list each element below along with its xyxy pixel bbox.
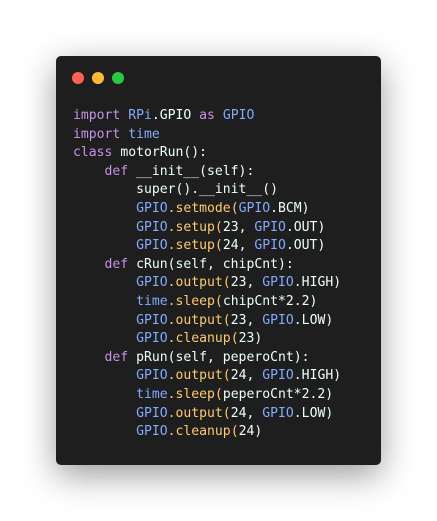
code-line: def cRun(self, chipCnt): [73,256,341,275]
code-line: GPIO.cleanup(24) [73,423,341,442]
code-token: 24, [230,405,263,421]
code-token: GPIO [262,275,294,291]
code-line: super().__init__() [73,181,341,200]
code-token: .setmode( [167,200,239,216]
code-token: motorRun(): [120,145,208,161]
code-token: import [73,126,129,142]
code-token: time [136,293,168,309]
code-line: GPIO.cleanup(23) [73,330,341,349]
code-token: 23) [238,331,263,347]
code-token: GPIO [222,108,255,123]
code-token: .output( [167,368,231,384]
code-token: __init__(self): [136,163,255,179]
code-line: GPIO.output(24, GPIO.HIGH) [73,367,341,386]
code-token: GPIO [136,219,168,235]
code-token: 24) [238,424,263,440]
code-token: .LOW) [293,405,334,421]
code-line: GPIO.setmode(GPIO.BCM) [73,200,341,219]
code-token: GPIO [136,405,168,421]
code-line: GPIO.output(24, GPIO.LOW) [73,405,341,424]
code-token: as [191,108,223,123]
code-token: GPIO [262,312,294,328]
code-token: GPIO [136,200,168,216]
code-token: .sleep( [167,386,223,402]
code-token: .HIGH) [293,275,342,291]
code-token: .HIGH) [293,368,342,384]
code-line: GPIO.output(23, GPIO.LOW) [73,312,341,331]
code-token: 24, [222,238,255,254]
code-token: 23, [230,275,263,291]
code-token: .output( [167,275,231,291]
code-line: GPIO.output(23, GPIO.HIGH) [73,274,341,293]
code-token: .output( [167,312,231,328]
code-token: .LOW) [293,312,334,328]
code-token: GPIO [254,238,286,254]
code-token: .output( [167,405,231,421]
code-token: GPIO [262,405,294,421]
code-token: def [73,163,137,179]
code-token: def [73,256,137,272]
window-controls [72,72,124,84]
code-line: def __init__(self): [73,163,341,182]
code-token: GPIO [238,200,271,216]
code-line: time.sleep(chipCnt*2.2) [73,293,341,312]
code-line: time.sleep(peperoCnt*2.2) [73,386,341,405]
code-token: 23, [222,219,255,235]
code-token: .cleanup( [167,331,239,347]
code-token: super().__init__() [73,182,278,198]
code-token: .OUT) [285,238,326,254]
code-token: GPIO [136,238,168,254]
code-token: .GPIO [151,108,192,123]
code-token: cRun(self, chipCnt): [136,256,294,272]
code-token: .BCM) [270,200,310,216]
code-token: time [128,126,160,142]
code-token: GPIO [136,312,168,328]
code-token: .OUT) [285,219,326,235]
code-line: class motorRun(): [73,144,341,163]
code-line: GPIO.setup(23, GPIO.OUT) [73,219,341,238]
page-canvas: import RPi.GPIO as GPIO import time class … [0,0,437,521]
code-token: def [73,349,137,365]
code-token: import [73,108,129,123]
code-token: GPIO [136,275,168,291]
code-line: import time [73,126,341,145]
code-token: .cleanup( [167,424,239,440]
code-token: .setup( [167,238,223,254]
code-token: time [136,386,168,402]
code-token: GPIO [262,368,294,384]
code-token: GPIO [136,424,168,440]
close-button[interactable] [72,72,84,84]
code-token: 24, [230,368,263,384]
minimize-button[interactable] [92,72,104,84]
code-token: 23, [230,312,263,328]
code-line: GPIO.setup(24, GPIO.OUT) [73,237,341,256]
code-line: def pRun(self, peperoCnt): [73,349,341,368]
code-token: RPi [128,108,152,123]
code-token: .setup( [167,219,223,235]
code-window: import RPi.GPIO as GPIO import time class … [56,56,381,465]
code-token: .sleep( [167,293,223,309]
code-token: chipCnt*2.2) [222,293,318,309]
code-token: class [73,145,121,161]
code-token: pRun(self, peperoCnt): [136,349,310,365]
code-block: import RPi.GPIO as GPIO import time class … [73,107,341,442]
code-token: peperoCnt*2.2) [222,386,334,402]
code-token: GPIO [136,368,168,384]
zoom-button[interactable] [112,72,124,84]
code-token: GPIO [254,219,286,235]
code-token: GPIO [136,331,168,347]
code-line: import RPi.GPIO as GPIO [73,107,341,126]
